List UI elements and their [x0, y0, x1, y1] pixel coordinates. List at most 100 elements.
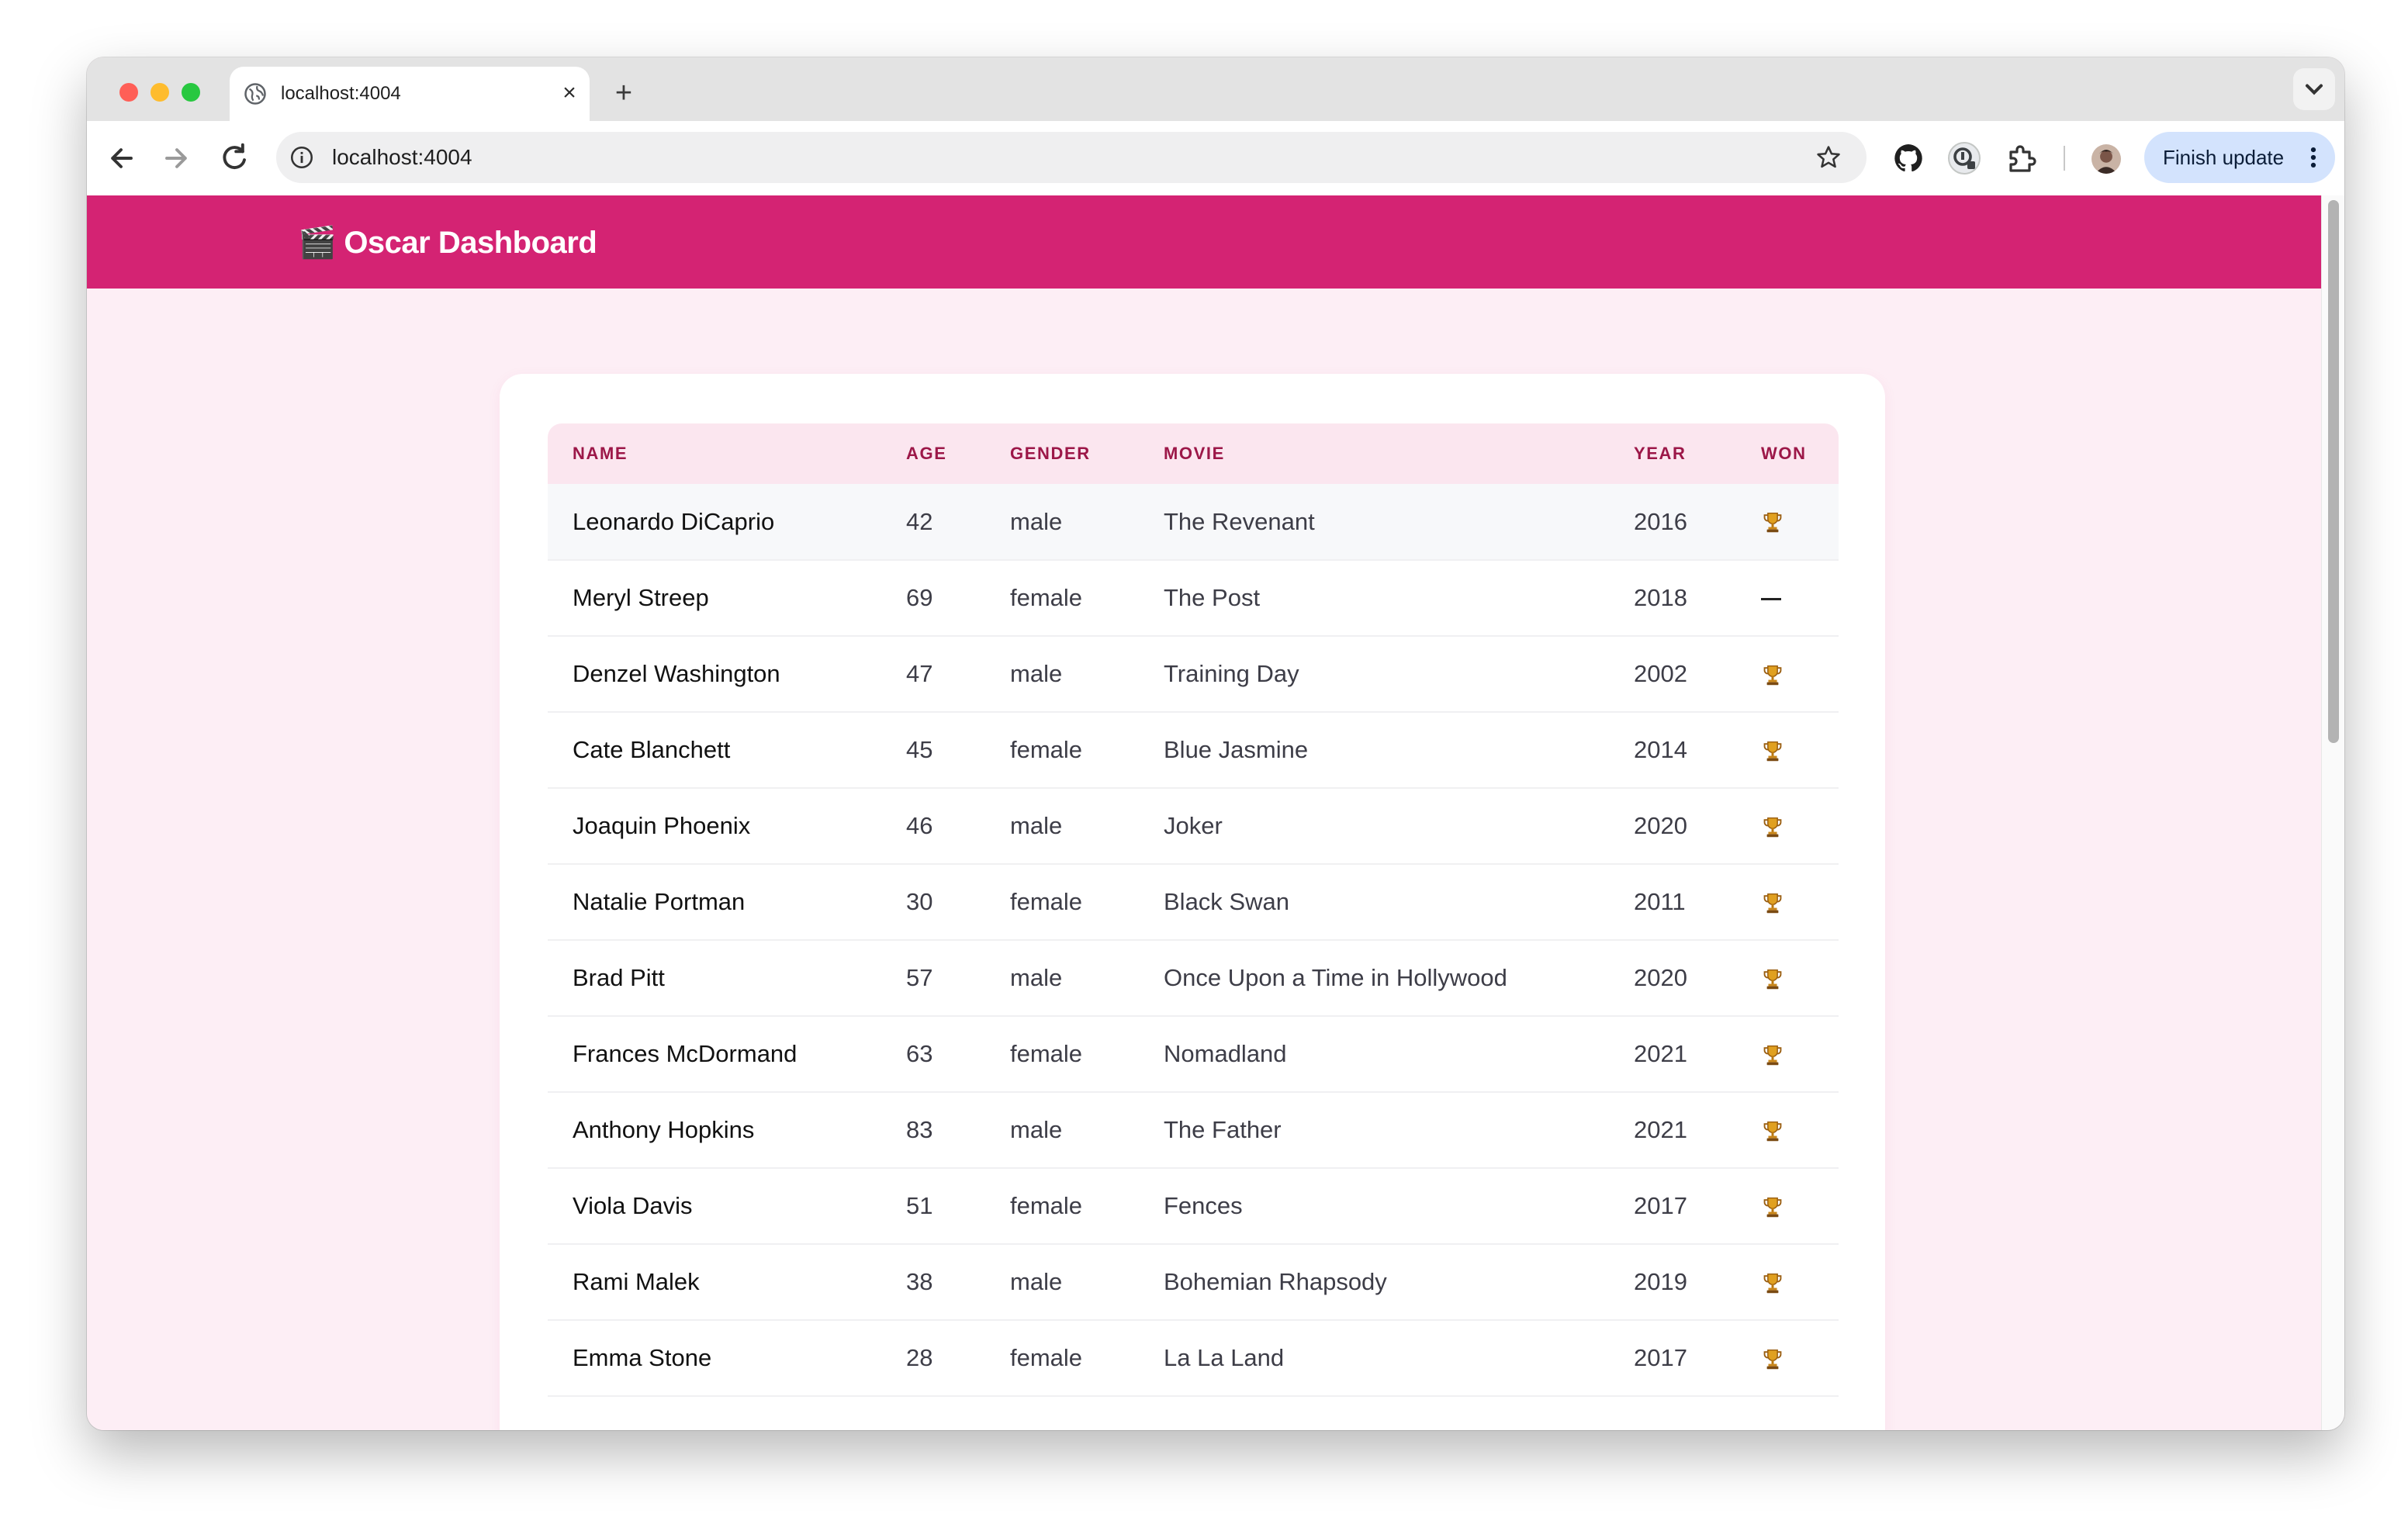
url-text: localhost:4004 [332, 145, 472, 169]
toolbar-divider [2064, 146, 2065, 171]
cell-year: 2002 [1634, 660, 1687, 687]
cell-won [1736, 1244, 1839, 1320]
minimize-window-button[interactable] [150, 83, 169, 102]
cell-movie: La La Land [1164, 1344, 1285, 1371]
trophy-icon [1763, 893, 1782, 914]
scrollbar-thumb[interactable] [2328, 200, 2339, 743]
table-row[interactable]: Cate Blanchett 45 female Blue Jasmine 2014 [548, 712, 1839, 788]
cell-gender: male [1010, 964, 1063, 991]
cell-gender: male [1010, 660, 1063, 687]
cell-won [1736, 1016, 1839, 1092]
cell-won [1736, 712, 1839, 788]
table-row[interactable]: Meryl Streep 69 female The Post 2018 [548, 560, 1839, 636]
github-icon[interactable] [1890, 140, 1927, 177]
cell-age: 45 [906, 736, 933, 763]
back-arrow-icon[interactable] [101, 138, 141, 178]
column-header-year[interactable]: YEAR [1609, 423, 1736, 484]
table-row[interactable]: Rami Malek 38 male Bohemian Rhapsody 2019 [548, 1244, 1839, 1320]
browser-tab[interactable]: localhost:4004 × [230, 67, 590, 121]
cell-year: 2016 [1634, 507, 1687, 535]
zoom-window-button[interactable] [182, 83, 200, 102]
finish-update-label: Finish update [2163, 146, 2285, 169]
cell-name: Frances McDormand [573, 1040, 797, 1067]
cell-age: 47 [906, 660, 933, 687]
cell-year: 2017 [1634, 1192, 1687, 1219]
cell-movie: The Revenant [1164, 507, 1315, 535]
table-row[interactable]: Leonardo DiCaprio 42 male The Revenant 2016 [548, 484, 1839, 560]
cell-age: 28 [906, 1344, 933, 1371]
tab-title: localhost:4004 [281, 83, 401, 104]
table-row[interactable]: Frances McDormand 63 female Nomadland 2021 [548, 1016, 1839, 1092]
cell-movie: Bohemian Rhapsody [1164, 1268, 1387, 1295]
trophy-icon [1763, 969, 1782, 990]
profile-avatar-icon [2091, 144, 2121, 174]
app-title: 🎬 Oscar Dashboard [298, 222, 597, 264]
cell-year: 2020 [1634, 964, 1687, 991]
cell-won [1736, 1168, 1839, 1244]
cell-age: 30 [906, 888, 933, 915]
cell-year: 2018 [1634, 584, 1687, 611]
cell-year: 2019 [1634, 1268, 1687, 1295]
bookmark-star-icon[interactable] [1814, 143, 1843, 172]
cell-age: 46 [906, 812, 933, 839]
password-manager-icon[interactable] [1946, 140, 1983, 177]
browser-toolbar: localhost:4004 Finish update [87, 121, 2344, 196]
table-row[interactable]: Brad Pitt 57 male Once Upon a Time in Holly… [548, 940, 1839, 1016]
cell-name: Emma Stone [573, 1344, 712, 1371]
tab-strip: localhost:4004 × + [87, 57, 2344, 121]
page-viewport: 🎬 Oscar Dashboard NAME AGE GENDER MOVIE Y… [87, 195, 2321, 1430]
cell-year: 2020 [1634, 812, 1687, 839]
cell-name: Brad Pitt [573, 964, 665, 991]
table-row[interactable]: Joaquin Phoenix 46 male Joker 2020 [548, 788, 1839, 864]
extensions-puzzle-icon[interactable] [2003, 140, 2040, 177]
column-header-age[interactable]: AGE [881, 423, 985, 484]
close-tab-icon[interactable]: × [555, 79, 583, 107]
cell-won [1736, 940, 1839, 1016]
table-row[interactable]: Natalie Portman 30 female Black Swan 2011 [548, 864, 1839, 940]
table-row[interactable]: Viola Davis 51 female Fences 2017 [548, 1168, 1839, 1244]
finish-update-button[interactable]: Finish update [2144, 132, 2335, 183]
globe-icon [244, 83, 266, 105]
cell-won [1736, 1092, 1839, 1168]
reload-icon[interactable] [214, 138, 254, 178]
clapperboard-icon: 🎬 [298, 226, 337, 260]
site-info-icon[interactable] [289, 144, 315, 171]
cell-name: Viola Davis [573, 1192, 693, 1219]
trophy-icon [1763, 1121, 1782, 1142]
cell-name: Joaquin Phoenix [573, 812, 751, 839]
trophy-icon [1763, 1273, 1782, 1294]
cell-won [1736, 484, 1839, 560]
cell-movie: Once Upon a Time in Hollywood [1164, 964, 1507, 991]
column-header-movie[interactable]: MOVIE [1139, 423, 1609, 484]
cell-age: 69 [906, 584, 933, 611]
new-tab-icon[interactable]: + [608, 78, 639, 109]
column-header-gender[interactable]: GENDER [985, 423, 1139, 484]
page-scrollbar[interactable] [2321, 195, 2344, 1430]
address-bar[interactable]: localhost:4004 [276, 132, 1867, 183]
cell-name: Leonardo DiCaprio [573, 507, 775, 535]
more-options-icon [2310, 147, 2316, 168]
trophy-icon [1763, 513, 1782, 533]
close-window-button[interactable] [119, 83, 138, 102]
column-header-won[interactable]: WON [1736, 423, 1839, 484]
cell-age: 38 [906, 1268, 933, 1295]
cell-movie: Blue Jasmine [1164, 736, 1309, 763]
table-row[interactable]: Emma Stone 28 female La La Land 2017 [548, 1320, 1839, 1396]
cell-won [1736, 636, 1839, 712]
column-header-name[interactable]: NAME [548, 423, 881, 484]
trophy-icon [1763, 1045, 1782, 1066]
cell-movie: Training Day [1164, 660, 1299, 687]
cell-won [1736, 788, 1839, 864]
cell-name: Anthony Hopkins [573, 1116, 755, 1143]
cell-movie: Nomadland [1164, 1040, 1287, 1067]
table-row[interactable]: Anthony Hopkins 83 male The Father 2021 [548, 1092, 1839, 1168]
cell-gender: male [1010, 507, 1063, 535]
cell-age: 42 [906, 507, 933, 535]
tab-search-button[interactable] [2293, 68, 2335, 110]
profile-avatar[interactable] [2091, 144, 2121, 174]
forward-arrow-icon[interactable] [157, 138, 197, 178]
trophy-icon [1763, 817, 1782, 838]
table-row[interactable]: Denzel Washington 47 male Training Day 2002 [548, 636, 1839, 712]
cell-year: 2011 [1634, 888, 1686, 915]
cell-movie: The Father [1164, 1116, 1282, 1143]
